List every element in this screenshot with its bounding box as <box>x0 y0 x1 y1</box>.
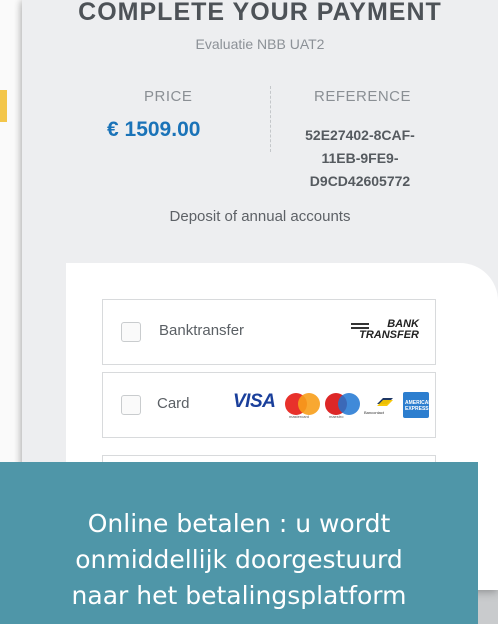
visa-logo-icon: VISA <box>233 391 276 412</box>
maestro-logo-word: maestro <box>329 414 344 419</box>
price-value: € 1509.00 <box>107 118 201 141</box>
payment-option-banktransfer[interactable]: Banktransfer BANK TRANSFER <box>102 299 436 365</box>
reference-value: 52E27402-8CAF- 11EB-9FE9- D9CD42605772 <box>290 124 430 193</box>
amex-logo-word: AMERICAN EXPRESS <box>405 400 432 412</box>
banktransfer-checkbox[interactable] <box>121 322 141 342</box>
column-divider <box>270 86 271 152</box>
card-label: Card <box>157 395 190 412</box>
reference-line: D9CD42605772 <box>309 173 411 189</box>
transfer-logo-word: TRANSFER <box>359 329 419 341</box>
banner-line: Online betalen : u wordt <box>87 509 391 538</box>
page-subtitle: Evaluatie NBB UAT2 <box>195 36 325 52</box>
bancontact-logo-word: Bancontact <box>364 410 385 415</box>
info-banner: Online betalen : u wordt onmiddellijk do… <box>0 462 478 624</box>
price-label: PRICE <box>144 88 193 105</box>
banner-line: naar het betalingsplatform <box>71 581 407 610</box>
maestro-logo-icon: maestro <box>325 393 367 419</box>
bank-transfer-logo-icon: BANK TRANSFER <box>349 319 419 345</box>
bancontact-logo-icon: Bancontact <box>363 394 395 416</box>
background-tag <box>0 90 7 122</box>
payment-option-card[interactable]: Card VISA mastercard maestro Bancontact … <box>102 372 436 438</box>
payment-description: Deposit of annual accounts <box>169 208 351 225</box>
reference-line: 52E27402-8CAF- <box>305 127 415 143</box>
mastercard-logo-icon: mastercard <box>285 393 327 419</box>
banner-text: Online betalen : u wordt onmiddellijk do… <box>0 506 478 614</box>
card-checkbox[interactable] <box>121 395 141 415</box>
page-title: COMPLETE YOUR PAYMENT <box>78 0 442 26</box>
mastercard-logo-word: mastercard <box>289 414 310 419</box>
banktransfer-label: Banktransfer <box>159 322 245 339</box>
reference-line: 11EB-9FE9- <box>321 150 399 166</box>
reference-label: REFERENCE <box>314 88 412 105</box>
amex-logo-icon: AMERICAN EXPRESS <box>403 392 432 418</box>
banner-line: onmiddellijk doorgestuurd <box>75 545 403 574</box>
